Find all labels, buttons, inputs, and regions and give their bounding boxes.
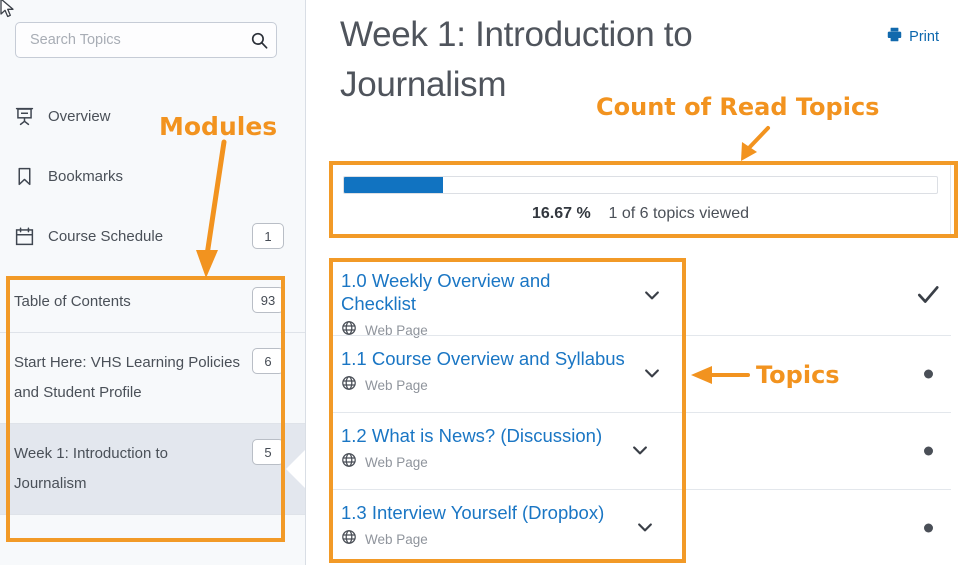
topic-meta: Web Page [341, 452, 630, 473]
selected-indicator [286, 448, 305, 490]
unread-dot-icon [923, 523, 933, 533]
unread-dot-icon [923, 369, 933, 379]
topic-status [908, 523, 948, 533]
printer-icon [886, 26, 903, 47]
topic-status [908, 369, 948, 379]
globe-icon [341, 452, 357, 473]
module-row-next-partial[interactable] [0, 514, 305, 554]
check-icon [915, 281, 941, 312]
module-row-start-here[interactable]: Start Here: VHS Learning Policies and St… [0, 332, 305, 423]
bookmark-icon [14, 166, 48, 187]
topic-row[interactable]: 1.2 What is News? (Discussion) Web Page [330, 412, 951, 489]
sidebar-item-label: Overview [48, 107, 111, 125]
sidebar-item-overview[interactable]: Overview [0, 86, 305, 146]
search-input[interactable] [16, 32, 242, 48]
module-badge: 6 [252, 348, 284, 374]
topic-link[interactable]: 1.3 Interview Yourself (Dropbox) [341, 501, 630, 524]
topic-meta: Web Page [341, 529, 630, 550]
module-row-week-1[interactable]: Week 1: Introduction to Journalism 5 [0, 423, 305, 514]
search-icon[interactable] [242, 31, 276, 50]
sidebar-item-course-schedule[interactable]: Course Schedule 1 [0, 206, 305, 266]
topic-status [908, 281, 948, 312]
sidebar-item-label: Course Schedule [48, 227, 164, 245]
topic-list: 1.0 Weekly Overview and Checklist Web Pa… [330, 258, 951, 565]
calendar-icon [14, 226, 48, 247]
topic-type-label: Web Page [365, 378, 428, 393]
sidebar-nav: Overview Bookmarks Course Schedule 1 [0, 86, 305, 266]
module-title: Start Here: VHS Learning Policies and St… [14, 354, 240, 401]
topic-link[interactable]: 1.2 What is News? (Discussion) [341, 424, 630, 447]
topic-info: 1.3 Interview Yourself (Dropbox) Web Pag… [330, 501, 630, 550]
progress-percent-value: 16.67 [531, 205, 573, 222]
sidebar-item-bookmarks[interactable]: Bookmarks [0, 146, 305, 206]
progress-topics-viewed: 1 of 6 topics viewed [608, 205, 750, 222]
topic-link[interactable]: 1.1 Course Overview and Syllabus [341, 347, 630, 370]
progress-bar-track [343, 176, 938, 194]
chevron-down-icon[interactable] [623, 501, 667, 537]
presentation-screen-icon [14, 106, 48, 127]
topic-info: 1.0 Weekly Overview and Checklist Web Pa… [330, 269, 630, 341]
topic-info: 1.1 Course Overview and Syllabus Web Pag… [330, 347, 630, 396]
progress-panel: 16.67 % 1 of 6 topics viewed [330, 163, 951, 235]
topic-info: 1.2 What is News? (Discussion) Web Page [330, 424, 630, 473]
module-title: Week 1: Introduction to Journalism [14, 445, 168, 492]
course-content-page: Overview Bookmarks [0, 0, 959, 565]
sidebar: Overview Bookmarks [0, 0, 306, 565]
topic-row[interactable]: 1.1 Course Overview and Syllabus Web Pag… [330, 335, 951, 412]
progress-summary: 16.67 % 1 of 6 topics viewed [343, 205, 938, 223]
search-topics-box[interactable] [15, 22, 277, 58]
chevron-down-icon[interactable] [630, 347, 674, 383]
globe-icon [341, 375, 357, 396]
module-row-table-of-contents[interactable]: Table of Contents 93 [0, 272, 305, 332]
module-list: Table of Contents 93 Start Here: VHS Lea… [0, 272, 305, 554]
module-badge: 93 [252, 287, 284, 313]
topic-row[interactable]: 1.3 Interview Yourself (Dropbox) Web Pag… [330, 489, 951, 565]
print-button[interactable]: Print [886, 26, 939, 47]
topic-link[interactable]: 1.0 Weekly Overview and Checklist [341, 269, 630, 315]
progress-bar-fill [344, 177, 443, 193]
unread-dot-icon [923, 446, 933, 456]
topic-type-label: Web Page [365, 532, 428, 547]
topic-status [908, 446, 948, 456]
topic-type-label: Web Page [365, 455, 428, 470]
module-title: Table of Contents [14, 293, 131, 310]
module-badge: 5 [252, 439, 284, 465]
page-title: Week 1: Introduction to Journalism [340, 15, 693, 104]
main-content: Week 1: Introduction to Journalism Print… [306, 0, 959, 565]
progress-percent-symbol: % [576, 205, 591, 222]
globe-icon [341, 529, 357, 550]
chevron-down-icon[interactable] [630, 269, 674, 305]
print-label: Print [909, 28, 939, 45]
topic-row[interactable]: 1.0 Weekly Overview and Checklist Web Pa… [330, 258, 951, 338]
sidebar-item-label: Bookmarks [48, 167, 124, 185]
topic-meta: Web Page [341, 375, 630, 396]
chevron-down-icon[interactable] [618, 424, 662, 460]
sidebar-item-badge: 1 [252, 223, 284, 249]
